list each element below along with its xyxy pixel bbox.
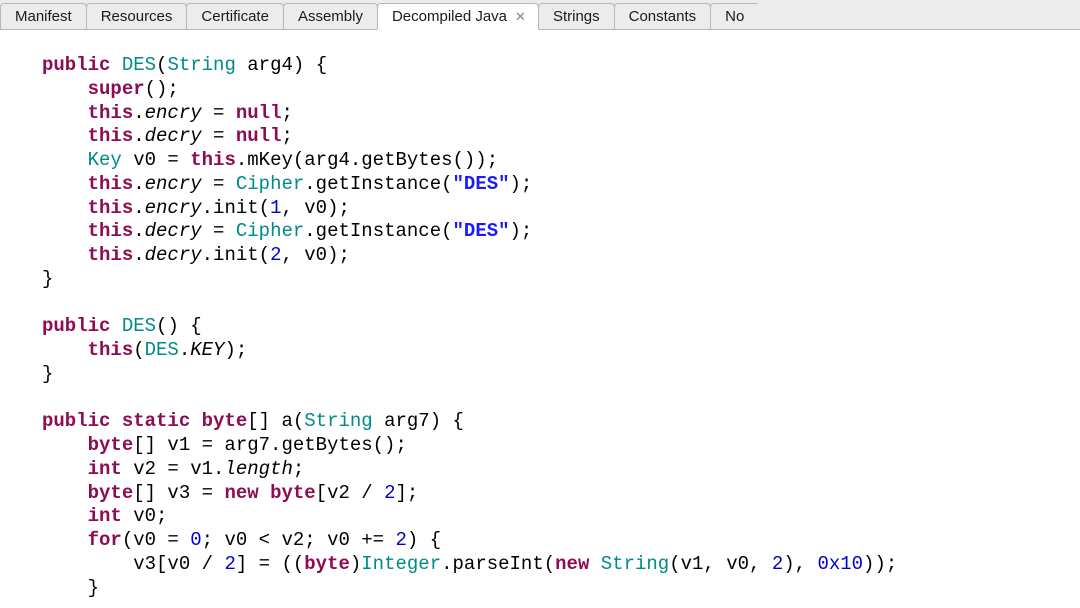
- code-line: this(DES.KEY);: [42, 339, 247, 361]
- close-icon[interactable]: ✕: [513, 9, 528, 25]
- code-line: }: [42, 577, 99, 599]
- code-line: this.decry.init(2, v0);: [42, 244, 350, 266]
- tab-certificate[interactable]: Certificate: [186, 3, 284, 29]
- code-editor[interactable]: public DES(String arg4) { super(); this.…: [0, 30, 1080, 600]
- code-line: this.decry = null;: [42, 125, 293, 147]
- code-line: }: [42, 363, 53, 385]
- code-line: this.encry = null;: [42, 102, 293, 124]
- tab-label: Constants: [629, 8, 697, 25]
- tab-label: Manifest: [15, 8, 72, 25]
- tab-bar: Manifest Resources Certificate Assembly …: [0, 0, 1080, 30]
- tab-assembly[interactable]: Assembly: [283, 3, 378, 29]
- code-line: this.encry = Cipher.getInstance("DES");: [42, 173, 532, 195]
- code-line: [42, 387, 53, 409]
- code-line: public DES() {: [42, 315, 202, 337]
- tab-label: No: [725, 8, 744, 25]
- code-line: byte[] v3 = new byte[v2 / 2];: [42, 482, 418, 504]
- code-line: this.encry.init(1, v0);: [42, 197, 350, 219]
- code-line: Key v0 = this.mKey(arg4.getBytes());: [42, 149, 498, 171]
- tab-cutoff[interactable]: No: [710, 3, 758, 29]
- code-line: for(v0 = 0; v0 < v2; v0 += 2) {: [42, 529, 441, 551]
- tab-label: Assembly: [298, 8, 363, 25]
- tab-manifest[interactable]: Manifest: [0, 3, 87, 29]
- tab-decompiled-java[interactable]: Decompiled Java ✕: [377, 3, 539, 30]
- tab-label: Resources: [101, 8, 173, 25]
- code-line: int v2 = v1.length;: [42, 458, 304, 480]
- code-line: super();: [42, 78, 179, 100]
- tab-label: Decompiled Java: [392, 8, 507, 25]
- code-line: [42, 292, 53, 314]
- code-line: v3[v0 / 2] = ((byte)Integer.parseInt(new…: [42, 553, 897, 575]
- code-line: int v0;: [42, 505, 167, 527]
- code-line: }: [42, 268, 53, 290]
- code-line: public static byte[] a(String arg7) {: [42, 410, 464, 432]
- code-line: this.decry = Cipher.getInstance("DES");: [42, 220, 532, 242]
- tab-label: Certificate: [201, 8, 269, 25]
- code-line: byte[] v1 = arg7.getBytes();: [42, 434, 407, 456]
- code-line: public DES(String arg4) {: [42, 54, 327, 76]
- tab-constants[interactable]: Constants: [614, 3, 712, 29]
- tab-strings[interactable]: Strings: [538, 3, 615, 29]
- tab-resources[interactable]: Resources: [86, 3, 188, 29]
- tab-label: Strings: [553, 8, 600, 25]
